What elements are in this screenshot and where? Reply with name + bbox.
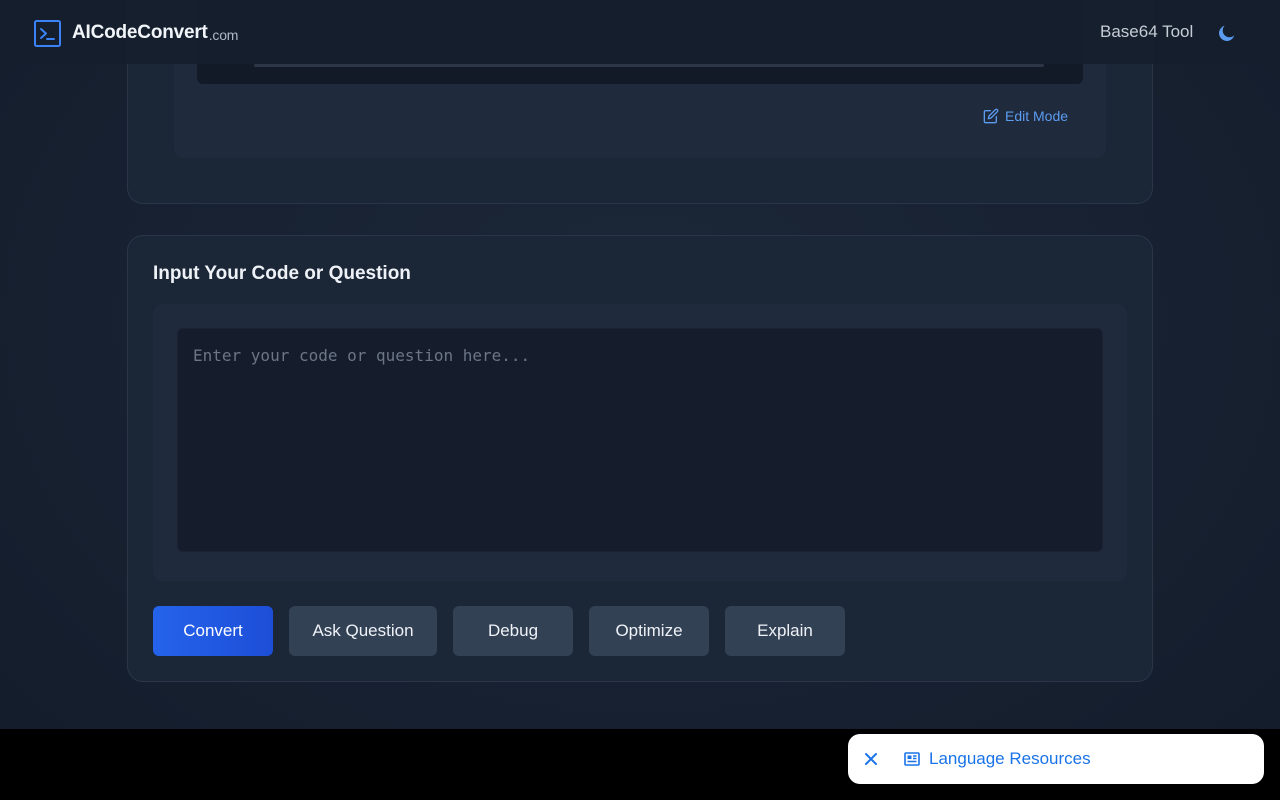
site-logo[interactable]: AICodeConvert.com — [34, 19, 238, 47]
debug-button[interactable]: Debug — [453, 606, 573, 656]
newspaper-icon — [904, 752, 920, 766]
terminal-icon — [34, 19, 61, 47]
close-icon[interactable] — [863, 751, 879, 767]
top-header: AICodeConvert.com Base64 Tool — [0, 0, 1280, 64]
logo-text: AICodeConvert.com — [72, 22, 239, 43]
moon-icon[interactable] — [1216, 22, 1238, 44]
edit-mode-label: Edit Mode — [1005, 108, 1069, 124]
nav-base64-tool-link[interactable]: Base64 Tool — [1100, 22, 1193, 42]
convert-button[interactable]: Convert — [153, 606, 273, 656]
edit-icon — [983, 108, 999, 124]
explain-button[interactable]: Explain — [725, 606, 845, 656]
input-card-title: Input Your Code or Question — [153, 263, 411, 284]
language-resources-chip[interactable]: Language Resources — [848, 734, 1264, 784]
logo-suffix: .com — [208, 27, 239, 43]
optimize-button[interactable]: Optimize — [589, 606, 709, 656]
editor-scrollbar[interactable] — [254, 64, 1044, 67]
edit-mode-button[interactable]: Edit Mode — [983, 108, 1068, 124]
ask-question-button[interactable]: Ask Question — [289, 606, 437, 656]
language-resources-link[interactable]: Language Resources — [929, 749, 1091, 769]
code-input[interactable] — [177, 328, 1103, 552]
